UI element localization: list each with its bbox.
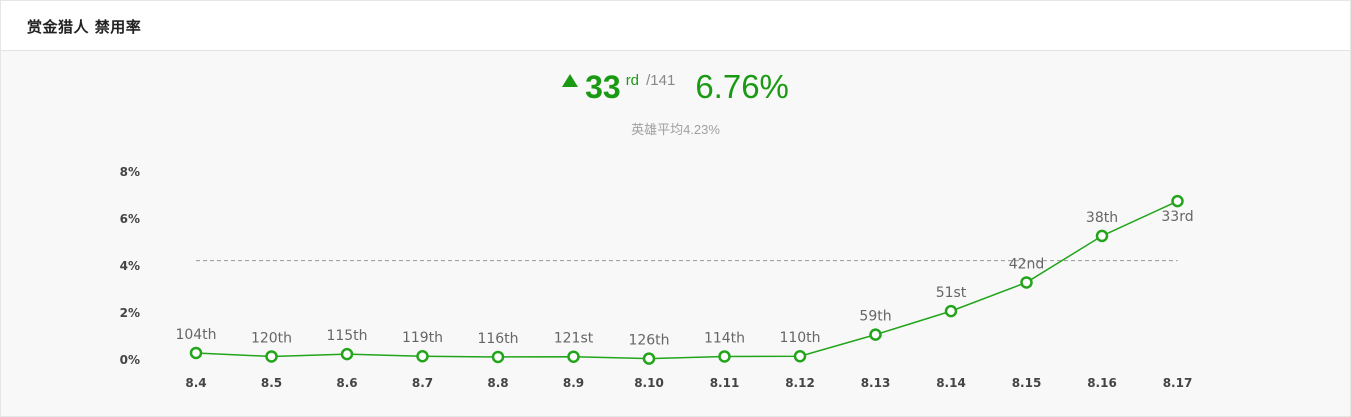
x-tick-label: 8.9 — [563, 376, 584, 390]
rank-point-label: 110th — [779, 330, 820, 346]
data-point — [869, 328, 882, 341]
rank-point-label: 59th — [859, 309, 891, 325]
rank-point-label: 121st — [554, 331, 594, 347]
rank-point-label: 116th — [477, 331, 518, 347]
x-tick-label: 8.16 — [1087, 376, 1117, 390]
data-point — [642, 352, 656, 365]
data-point — [718, 350, 731, 363]
x-tick-label: 8.13 — [861, 376, 891, 390]
x-tick-label: 8.6 — [336, 376, 357, 390]
x-tick-label: 8.5 — [261, 376, 282, 390]
x-tick-label: 8.12 — [785, 376, 815, 390]
x-tick-label: 8.17 — [1163, 376, 1193, 390]
rank-point-label: 126th — [628, 333, 669, 349]
data-point — [416, 349, 429, 363]
ban-rate-chart: 0% 2% 4% 6% 8% 8.4 8.5 8.6 8.7 8.8 8.9 8.10 8.11 8.1… — [120, 165, 1194, 390]
data-point — [793, 349, 807, 363]
data-point — [189, 346, 203, 360]
x-tick-label: 8.4 — [185, 376, 206, 390]
rank-point-label: 51st — [936, 285, 967, 301]
rank-point-label: 33rd — [1161, 209, 1193, 225]
y-tick-label: 2% — [120, 306, 140, 320]
x-tick-label: 8.10 — [634, 376, 664, 390]
x-tick-label: 8.14 — [936, 376, 966, 390]
data-point — [265, 350, 278, 363]
rank-point-label: 38th — [1086, 210, 1118, 226]
rank-point-label: 42nd — [1009, 256, 1045, 272]
data-point — [1095, 229, 1109, 243]
data-point — [567, 350, 580, 363]
data-point — [1020, 276, 1033, 289]
data-point — [944, 304, 958, 318]
y-tick-label: 6% — [120, 212, 140, 226]
rank-point-label: 120th — [251, 330, 292, 346]
data-point — [491, 350, 505, 364]
x-tick-label: 8.7 — [412, 376, 433, 390]
x-tick-label: 8.11 — [710, 376, 740, 390]
data-point — [1171, 194, 1184, 208]
rank-point-label: 114th — [704, 330, 745, 346]
x-tick-label: 8.15 — [1012, 376, 1042, 390]
x-tick-label: 8.8 — [487, 376, 508, 390]
rank-point-label: 104th — [175, 327, 216, 343]
y-tick-label: 8% — [120, 165, 140, 179]
data-point — [340, 347, 354, 361]
y-tick-label: 0% — [120, 353, 140, 367]
rank-point-label: 115th — [326, 328, 367, 344]
rank-point-label: 119th — [402, 330, 443, 346]
y-tick-label: 4% — [120, 259, 140, 273]
